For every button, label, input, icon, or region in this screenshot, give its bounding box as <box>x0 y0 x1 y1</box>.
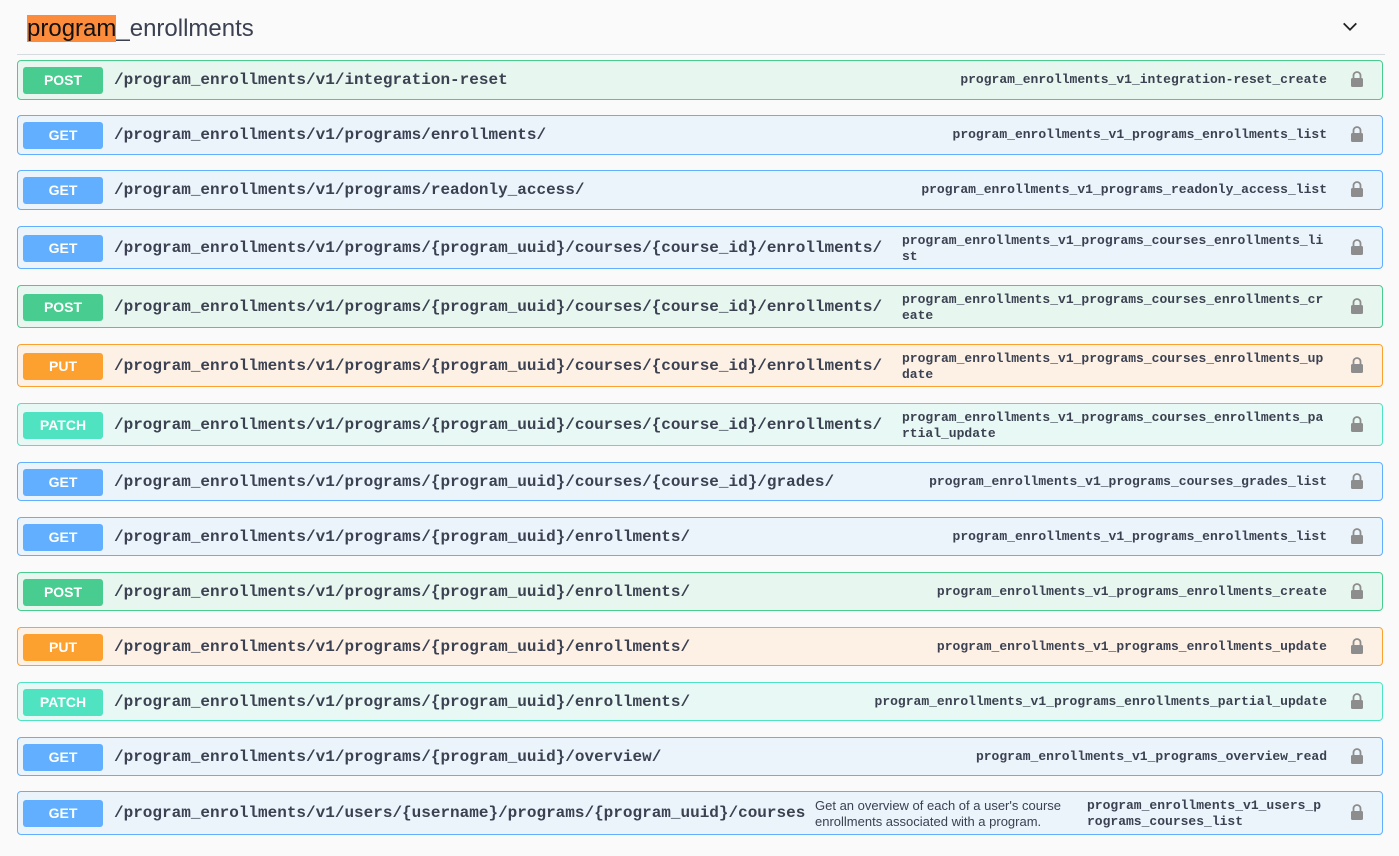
lock-icon[interactable] <box>1350 415 1364 433</box>
operation-path[interactable]: /program_enrollments/v1/programs/{progra… <box>114 356 882 376</box>
lock-icon[interactable] <box>1350 70 1364 88</box>
lock-icon[interactable] <box>1350 472 1364 490</box>
operation-row-put[interactable]: PUT/program_enrollments/v1/programs/{pro… <box>17 627 1383 666</box>
lock-icon[interactable] <box>1350 238 1364 256</box>
lock-icon[interactable] <box>1350 747 1364 765</box>
operation-row-post[interactable]: POST/program_enrollments/v1/programs/{pr… <box>17 572 1383 611</box>
lock-icon[interactable] <box>1350 637 1364 655</box>
operation-row-post[interactable]: POST/program_enrollments/v1/integration-… <box>17 60 1383 100</box>
operation-row-patch[interactable]: PATCH/program_enrollments/v1/programs/{p… <box>17 682 1383 721</box>
operation-path[interactable]: /program_enrollments/v1/programs/enrollm… <box>114 125 546 145</box>
operation-id: program_enrollments_v1_programs_enrollme… <box>936 638 1327 654</box>
method-badge[interactable]: PUT <box>23 352 103 380</box>
operation-summary: Get an overview of each of a user's cour… <box>815 798 1061 829</box>
operation-id: program_enrollments_v1_programs_overview… <box>975 748 1327 764</box>
lock-icon[interactable] <box>1350 297 1364 315</box>
operation-path[interactable]: /program_enrollments/v1/integration-rese… <box>114 70 508 90</box>
operation-id: program_enrollments_v1_programs_readonly… <box>921 182 1327 197</box>
operation-row-put[interactable]: PUT/program_enrollments/v1/programs/{pro… <box>17 344 1383 387</box>
operation-id: program_enrollments_v1_programs_courses_… <box>902 409 1324 441</box>
section-title-highlight: program <box>27 15 117 42</box>
section-title[interactable]: program_enrollments <box>27 14 254 44</box>
operation-id: program_enrollments_v1_programs_enrollme… <box>952 528 1327 544</box>
method-badge[interactable]: PATCH <box>23 688 103 716</box>
operation-row-patch[interactable]: PATCH/program_enrollments/v1/programs/{p… <box>17 403 1383 446</box>
chevron-down-icon[interactable] <box>1341 18 1359 36</box>
lock-icon[interactable] <box>1350 527 1364 545</box>
lock-icon[interactable] <box>1350 125 1364 143</box>
operation-id: program_enrollments_v1_programs_courses_… <box>902 232 1324 264</box>
lock-icon[interactable] <box>1350 356 1364 374</box>
operation-id: program_enrollments_v1_programs_enrollme… <box>874 693 1327 709</box>
operation-id: program_enrollments_v1_programs_courses_… <box>929 473 1327 489</box>
operation-id: program_enrollments_v1_users_programs_co… <box>1087 798 1322 829</box>
operation-id: program_enrollments_v1_programs_enrollme… <box>936 583 1327 599</box>
method-badge[interactable]: GET <box>23 800 103 827</box>
operation-row-get[interactable]: GET/program_enrollments/v1/programs/{pro… <box>17 517 1383 556</box>
operation-id: program_enrollments_v1_programs_enrollme… <box>952 127 1327 142</box>
operation-path[interactable]: /program_enrollments/v1/programs/{progra… <box>114 637 690 657</box>
operation-id: program_enrollments_v1_programs_courses_… <box>902 291 1324 323</box>
method-badge[interactable]: POST <box>23 578 103 606</box>
operation-row-get[interactable]: GET/program_enrollments/v1/users/{userna… <box>17 791 1383 835</box>
operation-id: program_enrollments_v1_integration-reset… <box>960 72 1327 87</box>
section-header[interactable]: program_enrollments <box>17 0 1385 55</box>
operation-path[interactable]: /program_enrollments/v1/programs/{progra… <box>114 472 834 492</box>
operation-row-get[interactable]: GET/program_enrollments/v1/programs/{pro… <box>17 737 1383 776</box>
operation-path[interactable]: /program_enrollments/v1/programs/{progra… <box>114 238 882 258</box>
method-badge[interactable]: GET <box>23 177 103 204</box>
method-badge[interactable]: GET <box>23 743 103 771</box>
operation-path[interactable]: /program_enrollments/v1/programs/{progra… <box>114 297 882 317</box>
operation-row-post[interactable]: POST/program_enrollments/v1/programs/{pr… <box>17 285 1383 328</box>
operation-path[interactable]: /program_enrollments/v1/programs/{progra… <box>114 747 661 767</box>
operation-path[interactable]: /program_enrollments/v1/programs/{progra… <box>114 527 690 547</box>
operation-path[interactable]: /program_enrollments/v1/users/{username}… <box>114 803 805 823</box>
operation-row-get[interactable]: GET/program_enrollments/v1/programs/read… <box>17 170 1383 210</box>
lock-icon[interactable] <box>1350 180 1364 198</box>
method-badge[interactable]: POST <box>23 67 103 94</box>
operation-path[interactable]: /program_enrollments/v1/programs/{progra… <box>114 415 882 435</box>
lock-icon[interactable] <box>1350 582 1364 600</box>
operation-row-get[interactable]: GET/program_enrollments/v1/programs/enro… <box>17 115 1383 155</box>
operation-path[interactable]: /program_enrollments/v1/programs/{progra… <box>114 582 690 602</box>
method-badge[interactable]: PATCH <box>23 411 103 439</box>
operation-path[interactable]: /program_enrollments/v1/programs/{progra… <box>114 692 690 712</box>
operation-id: program_enrollments_v1_programs_courses_… <box>902 350 1324 382</box>
method-badge[interactable]: GET <box>23 468 103 496</box>
method-badge[interactable]: GET <box>23 523 103 551</box>
operation-row-get[interactable]: GET/program_enrollments/v1/programs/{pro… <box>17 226 1383 269</box>
method-badge[interactable]: GET <box>23 234 103 262</box>
operation-path[interactable]: /program_enrollments/v1/programs/readonl… <box>114 180 584 200</box>
section-title-rest: _enrollments <box>116 15 254 42</box>
lock-icon[interactable] <box>1350 803 1364 821</box>
operation-row-get[interactable]: GET/program_enrollments/v1/programs/{pro… <box>17 462 1383 501</box>
lock-icon[interactable] <box>1350 692 1364 710</box>
method-badge[interactable]: GET <box>23 122 103 149</box>
method-badge[interactable]: PUT <box>23 633 103 661</box>
method-badge[interactable]: POST <box>23 293 103 321</box>
